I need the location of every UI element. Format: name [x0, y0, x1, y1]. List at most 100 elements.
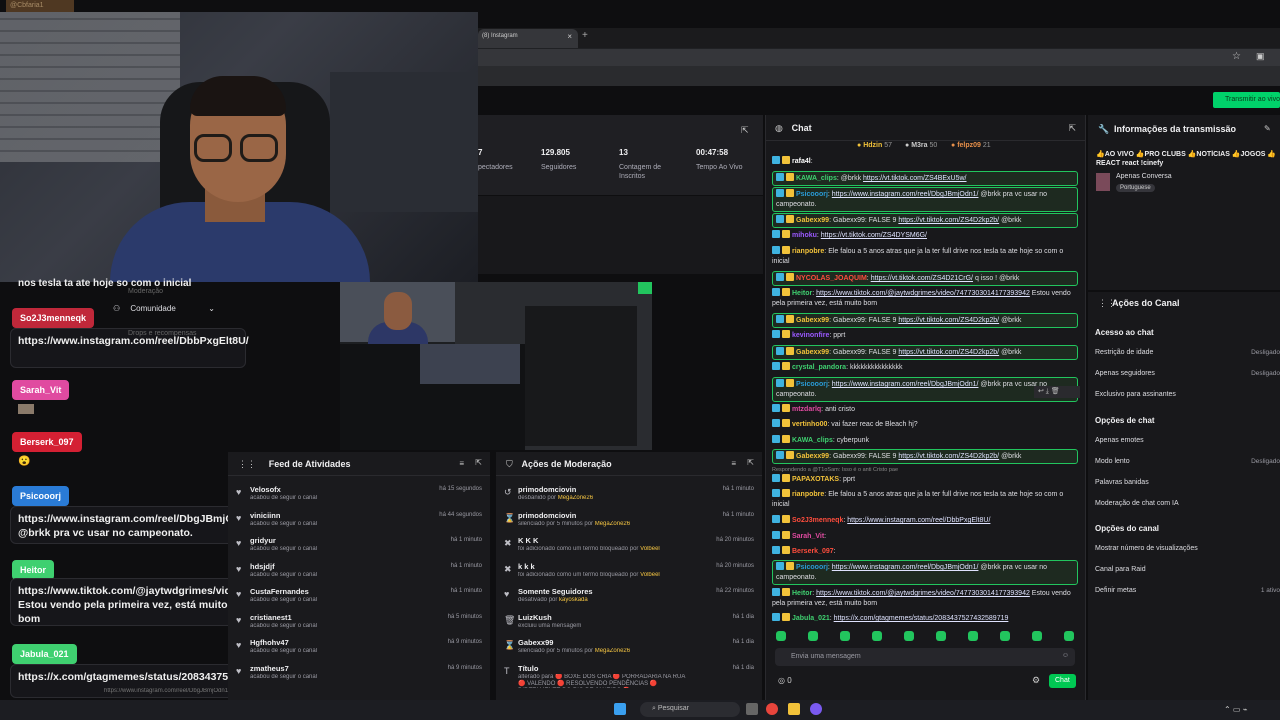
chat-input[interactable]: Envia uma mensagem ☺: [775, 648, 1075, 666]
chat-link[interactable]: https://vt.tiktok.com/ZS4D2kp2b/: [898, 349, 999, 356]
emote-icon[interactable]: [1000, 631, 1010, 641]
chat-link[interactable]: https://www.instagram.com/reel/DbbPxgElt…: [847, 517, 990, 524]
emote-icon[interactable]: [808, 631, 818, 641]
row-name[interactable]: Velosofx: [250, 485, 281, 494]
activity-row[interactable]: ♥ viniciinn acabou de seguir o canal há 44 …: [228, 509, 490, 534]
moderator-name[interactable]: MegaZone26: [595, 648, 630, 654]
chat-link[interactable]: https://www.tiktok.com/@jaytwdgrimes/vid…: [816, 590, 1030, 597]
setting-value[interactable]: Desligado: [1251, 458, 1280, 465]
row-name[interactable]: K K K: [518, 536, 538, 545]
row-name[interactable]: viniciinn: [250, 511, 280, 520]
chat-username[interactable]: vertinho00: [792, 421, 827, 428]
popout-icon[interactable]: ⇱: [1068, 123, 1076, 134]
chat-message[interactable]: rianpobre: Ele falou a 5 anos atras que …: [772, 489, 1078, 510]
moderator-name[interactable]: Volbeel: [640, 546, 660, 552]
row-name[interactable]: primodomciovin: [518, 485, 576, 494]
chat-message[interactable]: Psicooorj: https://www.instagram.com/ree…: [772, 187, 1078, 212]
activity-row[interactable]: ♥ cristianest1 acabou de seguir o canal há …: [228, 611, 490, 636]
edit-icon[interactable]: ✎: [1264, 124, 1271, 133]
browser-tab[interactable]: (8) Instagram ×: [478, 29, 578, 48]
chat-link[interactable]: https://www.instagram.com/reel/DbgJBmjOd…: [832, 564, 979, 571]
row-name[interactable]: Somente Seguidores: [518, 587, 593, 596]
emote-icon[interactable]: [1064, 631, 1074, 641]
setting-value[interactable]: Desligado: [1251, 349, 1280, 356]
gear-icon[interactable]: ⚙: [1032, 675, 1040, 686]
windows-start-icon[interactable]: [614, 703, 626, 715]
filter-icon[interactable]: ≡: [731, 459, 736, 468]
task-view-icon[interactable]: [746, 703, 758, 715]
row-name[interactable]: CustaFernandes: [250, 587, 309, 596]
moderator-name[interactable]: Volbeel: [640, 572, 660, 578]
chat-link[interactable]: https://vt.tiktok.com/ZS4DYSM6G/: [821, 232, 927, 239]
channel-setting[interactable]: Palavras banidas: [1095, 479, 1149, 486]
chat-message[interactable]: KAWA_clips: cyberpunk: [772, 435, 1078, 446]
activity-row[interactable]: ♥ Velosofx acabou de seguir o canal há 15 s…: [228, 483, 490, 508]
chat-message[interactable]: So2J3menneqk: https://www.instagram.com/…: [772, 515, 1078, 526]
emote-icon[interactable]: [776, 631, 786, 641]
menu-item-drops[interactable]: Drops e recompensas: [128, 330, 196, 337]
activity-row[interactable]: ⌛ Gabexx99 silenciado por 5 minutos por Me…: [496, 636, 762, 661]
chat-username[interactable]: KAWA_clips: [792, 437, 833, 444]
channel-points[interactable]: ◎ 0: [778, 676, 792, 685]
row-name[interactable]: gridyur: [250, 536, 276, 545]
send-chat-button[interactable]: Chat: [1049, 674, 1076, 688]
popout-icon[interactable]: ⇱: [741, 125, 749, 136]
chat-username[interactable]: kevinonfire: [792, 332, 829, 339]
chat-message[interactable]: vertinho00: vai fazer reac de Bleach hj?: [772, 419, 1078, 430]
channel-setting[interactable]: Definir metas: [1095, 587, 1136, 594]
chat-username[interactable]: KAWA_clips: [796, 175, 837, 182]
row-name[interactable]: k k k: [518, 562, 535, 571]
chat-username[interactable]: Berserk_097: [792, 548, 834, 555]
chat-username[interactable]: rianpobre: [792, 491, 824, 498]
activity-row[interactable]: ✖ k k k foi adicionado como um termo bloqu…: [496, 560, 762, 585]
chat-message[interactable]: kevinonfire: pprt: [772, 330, 1078, 341]
activity-row[interactable]: ♥ gridyur acabou de seguir o canal há 1 min…: [228, 534, 490, 559]
activity-row[interactable]: ♥ Hgfhohv47 acabou de seguir o canal há 9 m…: [228, 636, 490, 661]
channel-setting[interactable]: Canal para Raid: [1095, 566, 1146, 573]
leader-1[interactable]: ● Hdzin 57: [857, 142, 892, 149]
discord-icon[interactable]: [810, 703, 822, 715]
chat-message[interactable]: Heitor: https://www.tiktok.com/@jaytwdgr…: [772, 288, 1078, 309]
chat-message[interactable]: crystal_pandora: kkkkkkkkkkkkkkk: [772, 362, 1078, 373]
channel-setting[interactable]: Exclusivo para assinantes: [1095, 391, 1176, 398]
chat-message[interactable]: Psicooorj: https://www.instagram.com/ree…: [772, 377, 1078, 402]
emote-icon[interactable]: [872, 631, 882, 641]
row-name[interactable]: Título: [518, 664, 538, 673]
chat-username[interactable]: Gabexx99: [796, 453, 829, 460]
activity-row[interactable]: ✖ K K Kfoi adicionado como um termo bloqu…: [496, 534, 762, 559]
address-bar[interactable]: [478, 49, 1280, 66]
community-dropdown[interactable]: ⚇ Comunidade ⌄: [105, 302, 223, 318]
channel-setting[interactable]: Mostrar número de visualizações: [1095, 545, 1198, 552]
activity-row[interactable]: ♥ hdsjdjf acabou de seguir o canal há 1 min…: [228, 560, 490, 585]
activity-row[interactable]: ↺ primodomciovin desbanido por MegaZone26 h…: [496, 483, 762, 508]
chat-message[interactable]: Psicooorj: https://www.instagram.com/ree…: [772, 560, 1078, 585]
chat-username[interactable]: Sarah_Vit: [792, 533, 824, 540]
emote-icon[interactable]: [840, 631, 850, 641]
chat-username[interactable]: rafa4l: [792, 158, 811, 165]
channel-setting[interactable]: Apenas emotes: [1095, 437, 1144, 444]
chat-message[interactable]: Jabula_021: https://x.com/gtagmemes/stat…: [772, 613, 1078, 624]
chat-message[interactable]: rafa4l:: [772, 156, 1078, 167]
chat-message[interactable]: Gabexx99: Gabexx99: FALSE 9 https://vt.t…: [772, 345, 1078, 360]
chat-message[interactable]: Gabexx99: Gabexx99: FALSE 9 https://vt.t…: [772, 213, 1078, 228]
chat-username[interactable]: Gabexx99: [796, 317, 829, 324]
leader-3[interactable]: ● felpz09 21: [951, 142, 991, 149]
chat-username[interactable]: NYCOLAS_JOAQUIM: [796, 275, 867, 282]
taskbar-search[interactable]: ⌕ Pesquisar: [640, 702, 740, 717]
chat-link[interactable]: https://vt.tiktok.com/ZS4D2kp2b/: [898, 317, 999, 324]
row-name[interactable]: Hgfhohv47: [250, 638, 289, 647]
new-tab-icon[interactable]: +: [582, 30, 588, 41]
bookmark-star-icon[interactable]: ☆: [1232, 51, 1241, 62]
row-name[interactable]: primodomciovin: [518, 511, 576, 520]
system-tray-icons[interactable]: ⌃ ▭ ⌁: [1224, 705, 1248, 714]
activity-row[interactable]: ♥ Somente Seguidores desativado por kayosk…: [496, 585, 762, 610]
chat-username[interactable]: Gabexx99: [796, 217, 829, 224]
chat-username[interactable]: So2J3menneqk: [792, 517, 843, 524]
chat-message[interactable]: Berserk_097:: [772, 546, 1078, 557]
chat-link[interactable]: https://www.instagram.com/reel/DbgJBmjOd…: [832, 381, 979, 388]
popout-icon[interactable]: ⇱: [475, 458, 482, 467]
go-live-button[interactable]: Transmitir ao vivo: [1213, 92, 1280, 108]
chat-username[interactable]: rianpobre: [792, 248, 824, 255]
chat-username[interactable]: PAPAXOTAKS: [792, 476, 839, 483]
moderator-name[interactable]: MegaZone26: [595, 521, 630, 527]
